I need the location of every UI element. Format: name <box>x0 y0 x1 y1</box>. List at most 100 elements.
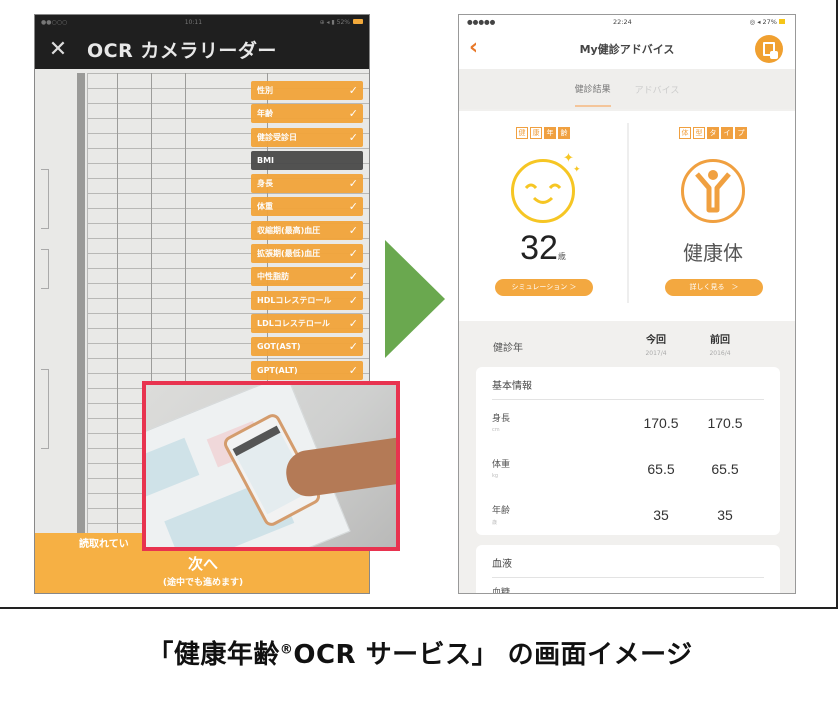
exam-year-label: 健診年 <box>493 343 523 354</box>
row-value-previous: 170.5 <box>707 415 743 431</box>
column-title: 前回 <box>710 335 730 346</box>
checklist-item[interactable]: 体重 ✓ <box>251 197 363 217</box>
smiley-face-icon <box>511 159 575 223</box>
checklist-item-label: 体重 <box>257 202 273 212</box>
checkmark-icon: ✓ <box>348 223 358 237</box>
next-sublabel: (途中でも進めます) <box>162 578 244 588</box>
label-badge: 体 <box>679 127 691 139</box>
document-bracket <box>41 169 49 229</box>
tab-results[interactable]: 健診結果 <box>574 72 611 107</box>
close-icon[interactable]: ✕ <box>35 37 81 62</box>
label-badge: イ <box>721 127 733 139</box>
checkmark-icon: ✓ <box>348 270 358 284</box>
label-badge: 年 <box>544 127 556 139</box>
checklist-item-label: 健診受診日 <box>257 132 297 142</box>
checkmark-icon: ✓ <box>348 363 358 377</box>
person-icon <box>681 159 745 223</box>
checkmark-icon: ✓ <box>348 340 358 354</box>
nav-bar: ‹ My健診アドバイス <box>459 29 795 69</box>
row-unit: cm <box>492 427 500 433</box>
checklist-item-label: 拡張期(最低)血圧 <box>257 249 321 259</box>
checkmark-icon: ✓ <box>348 130 358 144</box>
checklist-item[interactable]: 年齢 ✓ <box>251 104 363 124</box>
document-button[interactable] <box>755 35 783 63</box>
carrier-signal: ●●○○○ <box>41 18 68 26</box>
details-button[interactable]: 詳しく見る ＞ <box>665 279 763 296</box>
label-badge: タ <box>707 127 719 139</box>
checklist-item[interactable]: 中性脂肪 ✓ <box>251 267 363 287</box>
nav-bar: ✕ OCR カメラリーダー <box>35 29 369 69</box>
status-time: 22:24 <box>613 18 632 26</box>
sparkle-icon: ✦ <box>573 165 581 175</box>
checklist-item-label: HDLコレステロール <box>257 295 332 305</box>
checklist-item-label: 収縮期(最高)血圧 <box>257 225 321 235</box>
read-status-message: 読取れてい <box>79 539 129 550</box>
health-advice-screen: ●●●●● 22:24 ◎ ◂ 27% ‹ My健診アドバイス 健診結果 アドバ… <box>458 14 796 594</box>
section-title: 基本情報 <box>492 381 532 392</box>
screens-frame: ●●○○○ 10:11 ⊕ ◂ ▮ 52% ✕ OCR カメラリーダー 性別 ✓ 年… <box>0 0 838 609</box>
tab-advice[interactable]: アドバイス <box>635 73 680 106</box>
checklist-item-label: 年齢 <box>257 109 273 119</box>
checklist-item-label: LDLコレステロール <box>257 318 330 328</box>
checklist-item[interactable]: GPT(ALT) ✓ <box>251 360 363 380</box>
results-table-header: 健診年 今回 2017/4 前回 2016/4 <box>459 321 795 367</box>
usage-photo <box>142 381 400 551</box>
carrier-signal: ●●●●● <box>467 18 496 26</box>
section-divider <box>492 399 764 400</box>
row-unit: kg <box>492 473 499 479</box>
column-date: 2017/4 <box>645 350 667 357</box>
status-icons: ◎ ◂ 27% <box>749 18 787 26</box>
row-label: 身長 <box>492 414 511 424</box>
checkmark-icon: ✓ <box>348 247 358 261</box>
tab-bar: 健診結果 アドバイス <box>459 69 795 109</box>
row-value-current: 65.5 <box>647 461 675 477</box>
body-type-label: 体型タイプ <box>629 127 795 139</box>
checklist-item-label: 身長 <box>257 179 273 189</box>
ocr-field-checklist: 性別 ✓ 年齢 ✓ 健診受診日 ✓ BMI 身長 ✓ 体重 ✓ 収縮期(最高)血圧 ✓ 拡張期(最低)血圧… <box>251 81 363 384</box>
label-badge: 型 <box>693 127 705 139</box>
checklist-item-label: BMI <box>257 155 275 165</box>
checkmark-icon: ✓ <box>348 84 358 97</box>
checklist-item[interactable]: 拡張期(最低)血圧 ✓ <box>251 244 363 264</box>
row-unit: 歳 <box>492 520 498 526</box>
health-age-column: 健康年齢 ✦ ✦ 32歳 シミュレーション ＞ <box>459 111 627 321</box>
checklist-item[interactable]: 健診受診日 ✓ <box>251 127 363 147</box>
blood-card: 血液 血糖 <box>476 545 780 594</box>
checklist-item-label: 中性脂肪 <box>257 272 289 282</box>
row-value-previous: 65.5 <box>711 461 739 477</box>
section-divider <box>492 577 764 578</box>
checklist-item[interactable]: BMI <box>251 150 363 170</box>
checklist-item[interactable]: GOT(AST) ✓ <box>251 337 363 357</box>
checklist-item[interactable]: LDLコレステロール ✓ <box>251 313 363 333</box>
row-label: 血糖 <box>492 588 511 594</box>
checklist-item[interactable]: 性別 ✓ <box>251 81 363 100</box>
checkmark-icon: ✓ <box>348 200 358 214</box>
column-current: 今回 2017/4 <box>631 331 681 357</box>
status-bar: ●●○○○ 10:11 ⊕ ◂ ▮ 52% <box>35 15 369 29</box>
play-right-arrow-icon <box>385 240 445 358</box>
body-type-value: 健康体 <box>683 241 743 265</box>
checklist-item-label: GPT(ALT) <box>257 365 298 375</box>
health-age-label: 健康年齢 <box>459 127 627 139</box>
simulation-button[interactable]: シミュレーション ＞ <box>495 279 593 296</box>
row-value-current: 170.5 <box>643 415 679 431</box>
checkmark-icon: ✓ <box>348 293 358 307</box>
document-bracket <box>41 249 49 289</box>
sparkle-icon: ✦ <box>563 151 574 166</box>
document-icon <box>763 42 778 59</box>
label-badge: 齢 <box>558 127 570 139</box>
battery-icon <box>778 19 785 24</box>
checklist-item[interactable]: 身長 ✓ <box>251 174 363 194</box>
checkmark-icon: ✓ <box>348 177 358 191</box>
row-label: 体重 <box>492 460 511 470</box>
checklist-item[interactable]: 収縮期(最高)血圧 ✓ <box>251 220 363 240</box>
column-date: 2016/4 <box>709 350 731 357</box>
back-chevron-icon[interactable]: ‹ <box>469 35 478 60</box>
summary-panel: 健康年齢 ✦ ✦ 32歳 シミュレーション ＞ 体型タイプ 健康体 詳しく見る … <box>459 111 795 321</box>
table-line <box>117 73 118 533</box>
checklist-item[interactable]: HDLコレステロール ✓ <box>251 290 363 310</box>
basic-info-card: 基本情報 身長 cm 170.5 170.5 体重 kg 65.5 65.5 年齢歳 35 35 <box>476 367 780 535</box>
health-age-value: 32歳 <box>520 229 566 267</box>
checkmark-icon: ✓ <box>348 107 358 121</box>
row-label: 年齢 <box>492 506 511 516</box>
